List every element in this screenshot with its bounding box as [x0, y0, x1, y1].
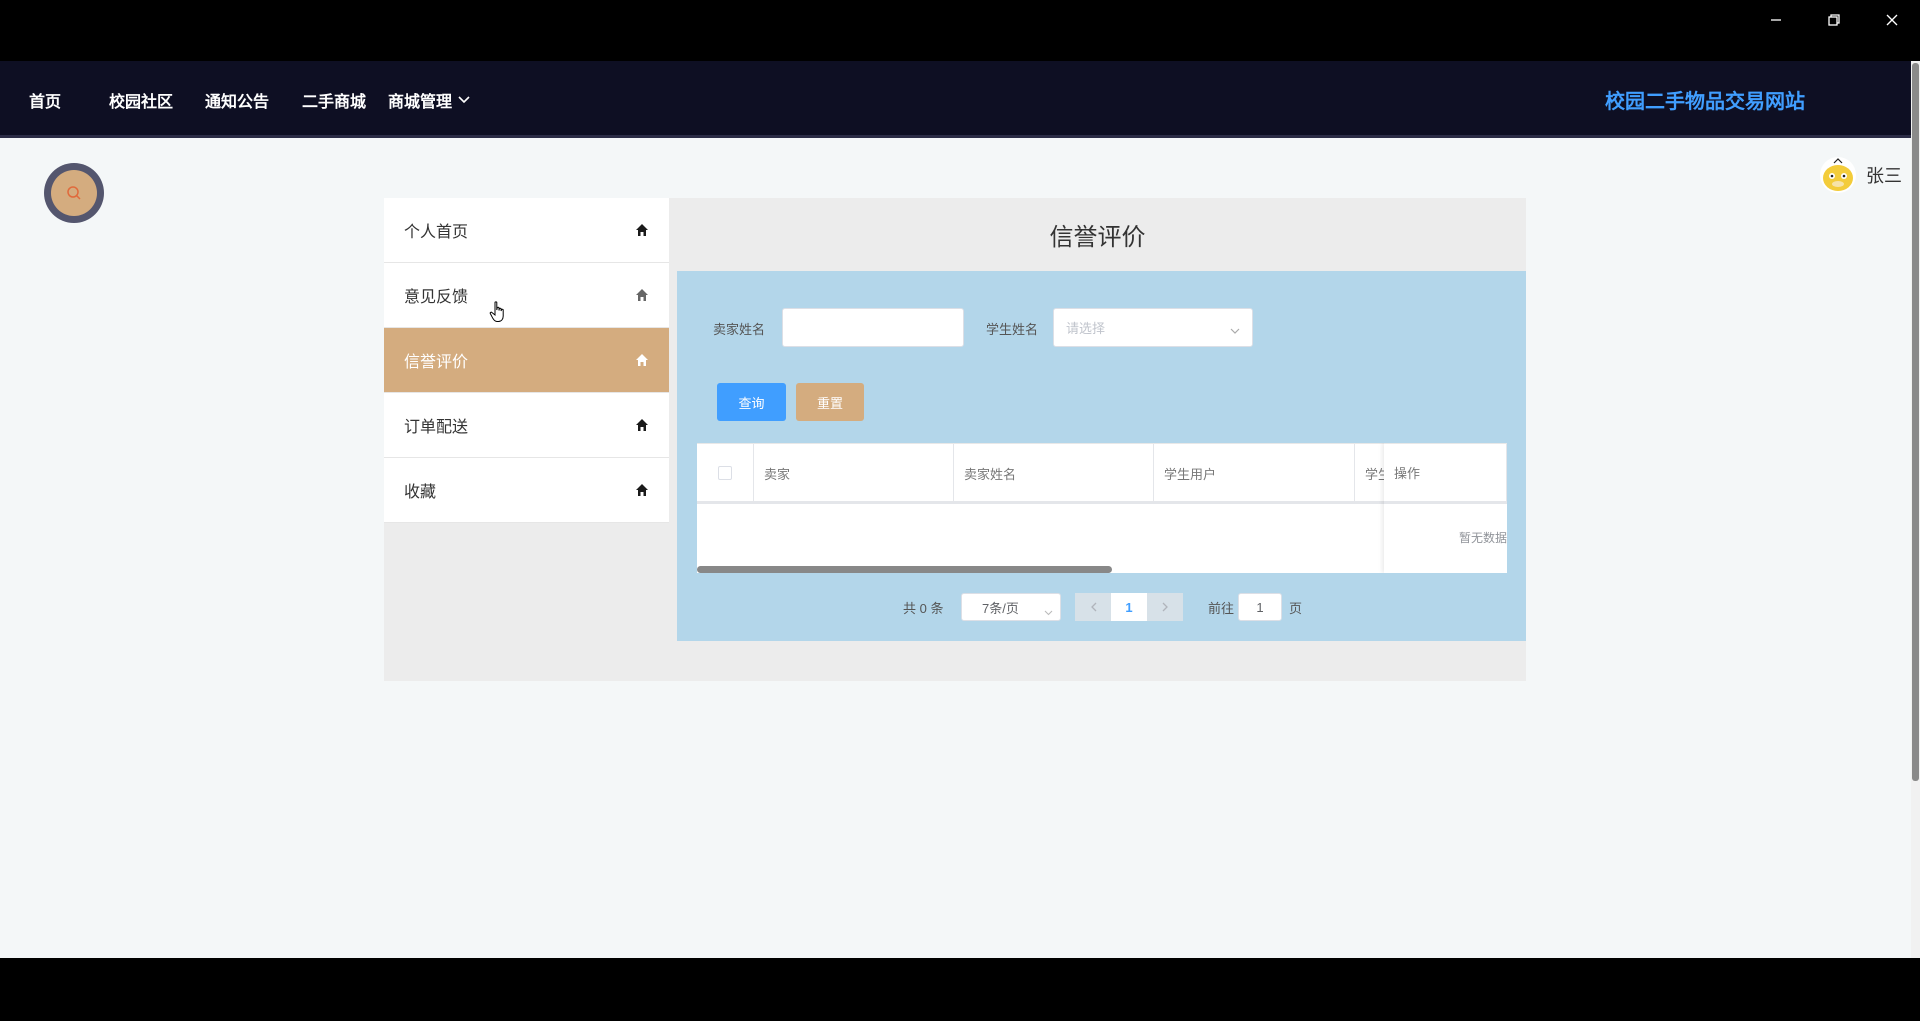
sidebar-item-profile[interactable]: 个人首页	[384, 198, 669, 263]
nav-item-home[interactable]: 首页	[29, 61, 61, 138]
column-header-seller[interactable]: 卖家	[754, 444, 954, 502]
home-icon	[636, 354, 648, 366]
user-menu[interactable]: 张三	[1820, 157, 1902, 193]
column-header-seller-name[interactable]: 卖家姓名	[954, 444, 1154, 502]
reset-button[interactable]: 重置	[796, 383, 864, 421]
pagination-total: 共 0 条	[903, 600, 944, 616]
nav-item-market[interactable]: 二手商城	[302, 61, 366, 138]
page-size-select[interactable]: 7条/页	[961, 593, 1061, 621]
sidebar-item-feedback[interactable]: 意见反馈	[384, 263, 669, 328]
window-bottom-bar	[0, 958, 1920, 1021]
home-icon	[636, 289, 648, 301]
select-all-checkbox[interactable]	[718, 466, 732, 480]
home-icon	[636, 224, 648, 236]
sidebar-item-favorites[interactable]: 收藏	[384, 458, 669, 523]
sidebar-menu: 个人首页 意见反馈 信誉评价 订单配送 收藏	[384, 198, 669, 523]
nav-item-community[interactable]: 校园社区	[109, 61, 173, 138]
data-table: 卖家 卖家姓名 学生用户 学生 操作 暂无数据	[697, 443, 1507, 573]
window-titlebar	[0, 0, 1920, 61]
main-content: 卖家姓名 学生姓名 请选择 查询 重置 卖家 卖家姓名 学生用户 学生 操作 暂…	[677, 271, 1526, 641]
prev-page-button[interactable]	[1075, 593, 1111, 621]
minimize-icon[interactable]	[1748, 0, 1804, 40]
hand-cursor-icon	[489, 301, 507, 327]
nav-item-market-admin-label: 商城管理	[388, 93, 453, 111]
column-header-actions: 操作	[1384, 443, 1507, 504]
goto-label: 前往	[1208, 600, 1235, 616]
student-name-label: 学生姓名	[986, 322, 1039, 337]
goto-page-input[interactable]: 1	[1238, 593, 1282, 621]
page-number-current[interactable]: 1	[1111, 593, 1147, 621]
student-name-select[interactable]: 请选择	[1053, 308, 1253, 347]
page-title: 信誉评价	[1049, 224, 1146, 251]
query-button[interactable]: 查询	[717, 383, 786, 421]
username: 张三	[1866, 166, 1902, 186]
top-navbar: 首页 校园社区 通知公告 二手商城 商城管理 校园二手物品交易网站	[0, 61, 1911, 138]
app-viewport: 首页 校园社区 通知公告 二手商城 商城管理 校园二手物品交易网站 张三 个人首…	[0, 61, 1911, 958]
chevron-down-icon	[458, 91, 470, 109]
home-icon	[636, 419, 648, 431]
table-horizontal-scrollbar[interactable]	[697, 566, 1112, 573]
page-vertical-scrollbar[interactable]	[1911, 61, 1920, 958]
site-title[interactable]: 校园二手物品交易网站	[1605, 61, 1805, 138]
column-header-student-user[interactable]: 学生用户	[1154, 444, 1355, 502]
content-panel: 个人首页 意见反馈 信誉评价 订单配送 收藏 信誉评价 卖家姓名 学生姓名 请选…	[384, 198, 1526, 681]
pagination: 共 0 条 7条/页 1 前往 1 页	[677, 593, 1526, 623]
table-empty-text: 暂无数据	[1459, 531, 1507, 545]
sidebar-item-order-delivery[interactable]: 订单配送	[384, 393, 669, 458]
nav-item-notices[interactable]: 通知公告	[205, 61, 269, 138]
close-icon[interactable]	[1864, 0, 1920, 40]
search-button-inner	[51, 170, 97, 216]
page-size-value: 7条/页	[982, 600, 1019, 616]
sidebar-item-label: 订单配送	[404, 419, 469, 436]
seller-name-input[interactable]	[782, 308, 964, 347]
sidebar-item-label: 个人首页	[404, 224, 469, 241]
student-name-placeholder: 请选择	[1066, 321, 1106, 336]
goto-suffix: 页	[1289, 600, 1303, 616]
sidebar-item-label: 信誉评价	[404, 354, 469, 371]
search-button[interactable]	[44, 163, 104, 223]
chevron-left-icon	[1090, 602, 1096, 612]
seller-name-label: 卖家姓名	[713, 322, 766, 337]
select-all-cell	[697, 444, 754, 502]
chevron-down-icon	[1230, 323, 1240, 338]
actions-fixed-column: 操作 暂无数据	[1384, 443, 1507, 573]
restore-icon[interactable]	[1806, 0, 1862, 40]
sidebar-item-label: 收藏	[404, 484, 437, 501]
avatar	[1820, 157, 1856, 193]
home-icon	[636, 484, 648, 496]
chevron-right-icon	[1162, 602, 1168, 612]
sidebar-item-label: 意见反馈	[404, 289, 469, 306]
sidebar-item-credit-rating[interactable]: 信誉评价	[384, 328, 669, 393]
next-page-button[interactable]	[1147, 593, 1183, 621]
page-scrollbar-thumb[interactable]	[1912, 63, 1919, 781]
nav-item-market-admin[interactable]: 商城管理	[388, 61, 470, 138]
search-icon	[67, 186, 81, 200]
chevron-down-icon	[1044, 604, 1053, 619]
